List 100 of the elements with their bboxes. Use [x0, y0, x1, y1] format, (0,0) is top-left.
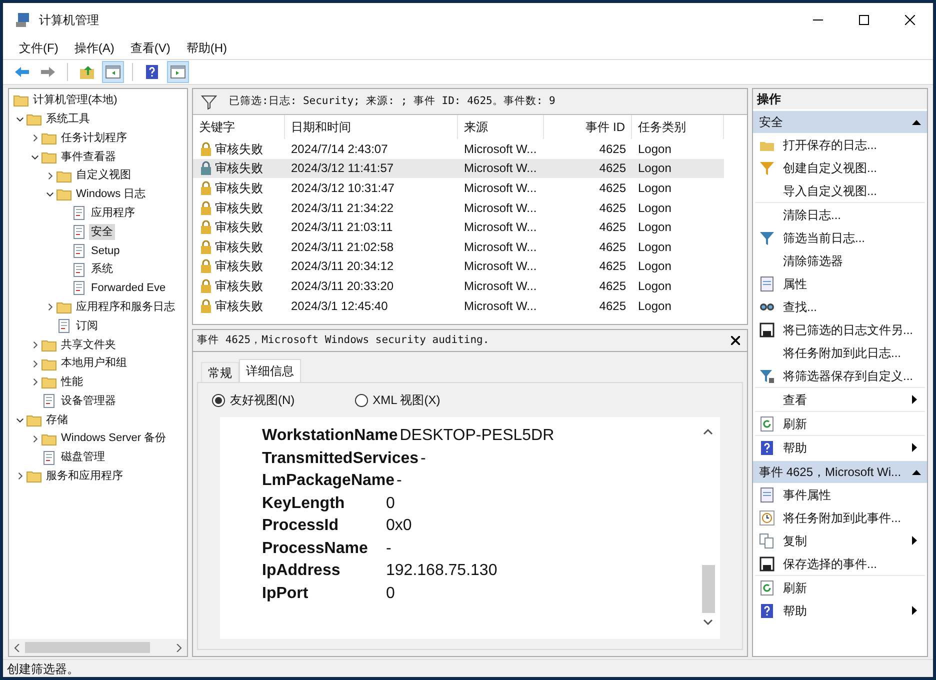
event-row[interactable]: 审核失败 2024/3/12 10:31:47 Microsoft W... 4625 Logon — [193, 178, 724, 198]
tab[interactable]: 常规 — [201, 362, 239, 382]
field-value: 0 — [386, 584, 395, 604]
field-value: - — [386, 538, 392, 559]
tree-item[interactable]: Forwarded Eve — [89, 280, 168, 297]
tree-item[interactable]: 订阅 — [74, 318, 100, 334]
tree-item[interactable]: 任务计划程序 — [59, 130, 129, 146]
table-cell: Logon — [638, 142, 672, 156]
menu-item[interactable]: 查看(V) — [122, 39, 178, 57]
action-item[interactable]: 导入自定义视图... — [755, 179, 925, 202]
table-cell-text: 4625 — [599, 200, 626, 217]
column-header[interactable]: 关键字 — [193, 115, 285, 139]
section-header[interactable]: 事件 4625，Microsoft Wi... — [753, 461, 927, 483]
menu-item[interactable]: 文件(F) — [11, 39, 66, 57]
tree-item[interactable]: 共享文件夹 — [59, 336, 118, 353]
tree-item[interactable]: Setup — [89, 242, 122, 260]
event-row[interactable]: 审核失败 2024/3/12 11:41:57 Microsoft W... 4625 Logon — [193, 158, 724, 178]
tree-item[interactable]: 性能 — [59, 374, 85, 391]
column-header[interactable]: 来源 — [458, 115, 544, 139]
table-cell: Microsoft W... — [464, 240, 537, 254]
action-item[interactable]: 筛选当前日志... — [755, 226, 925, 249]
tree-item[interactable]: 磁盘管理 — [59, 449, 107, 466]
action-label: 打开保存的日志... — [783, 136, 878, 154]
table-cell-text: 审核失败 — [215, 278, 263, 295]
event-row[interactable]: 审核失败 2024/3/11 21:34:22 Microsoft W... 4625 Logon — [193, 198, 724, 218]
horizontal-scrollbar[interactable] — [9, 639, 187, 656]
action-item[interactable]: 刷新 — [755, 576, 925, 599]
action-item[interactable]: 将已筛选的日志文件另... — [755, 318, 925, 341]
radio-button[interactable] — [354, 394, 368, 406]
action-item[interactable]: 帮助 — [755, 599, 925, 622]
action-item[interactable]: 将筛选器保存到自定义... — [755, 364, 925, 387]
tree-item[interactable]: 服务和应用程序 — [44, 468, 125, 485]
tree-item[interactable]: Windows 日志 — [74, 186, 148, 203]
action-item[interactable]: 将任务附加到此日志... — [755, 341, 925, 364]
table-cell: Logon — [638, 278, 672, 293]
scroll-up-icon — [703, 429, 713, 435]
action-item[interactable]: 帮助 — [755, 436, 925, 459]
event-row[interactable]: 审核失败 2024/3/11 20:34:12 Microsoft W... 4625 Logon — [193, 256, 724, 276]
funnel-icon — [759, 368, 775, 384]
action-item[interactable]: 打开保存的日志... — [755, 133, 925, 156]
menu-item[interactable]: 帮助(H) — [178, 39, 235, 57]
action-item[interactable]: 创建自定义视图... — [755, 156, 925, 179]
table-cell-text: 4625 — [599, 238, 626, 256]
copy-icon — [759, 532, 775, 548]
action-item[interactable]: 查找... — [755, 295, 925, 318]
tree-item[interactable]: Windows Server 备份 — [59, 430, 168, 447]
action-item[interactable]: 将任务附加到此事件... — [755, 506, 925, 529]
close-icon — [730, 336, 740, 345]
column-header[interactable]: 日期和时间 — [285, 115, 458, 139]
scroll-down-icon — [703, 619, 713, 625]
menu-item[interactable]: 操作(A) — [66, 39, 122, 57]
table-cell-text: 审核失败 — [215, 160, 263, 178]
action-item[interactable]: 清除筛选器 — [755, 249, 925, 272]
tree-item[interactable]: 系统 — [89, 261, 115, 278]
event-row[interactable]: 审核失败 2024/3/11 20:33:20 Microsoft W... 4625 Logon — [193, 276, 724, 296]
event-row[interactable]: 审核失败 2024/3/1 12:45:40 Microsoft W... 4625 Logon — [193, 296, 724, 316]
section-header[interactable]: 安全 — [753, 111, 927, 133]
log-icon — [71, 242, 87, 259]
maximize-icon — [859, 15, 869, 25]
action-item[interactable]: 复制 — [755, 529, 925, 552]
back-arrow-icon — [14, 64, 30, 80]
tree-item[interactable]: 应用程序 — [89, 204, 137, 222]
table-cell: Microsoft W... — [464, 278, 537, 293]
toolbar-button[interactable] — [167, 61, 189, 83]
event-row[interactable]: 审核失败 2024/7/14 2:43:07 Microsoft W... 4625 Logon — [193, 139, 724, 159]
tree-item[interactable]: 事件查看器 — [59, 148, 118, 166]
action-item[interactable]: 保存选择的事件... — [755, 552, 925, 575]
tree-item[interactable]: 安全 — [89, 224, 115, 240]
tree-item[interactable]: 自定义视图 — [74, 167, 133, 184]
table-cell: Microsoft W... — [464, 259, 537, 274]
table-cell-text: 审核失败 — [215, 219, 263, 236]
toolbar-button[interactable] — [102, 61, 124, 83]
table-cell: 2024/3/11 21:03:11 — [291, 220, 393, 234]
action-label: 刷新 — [783, 580, 807, 596]
action-item[interactable]: 清除日志... — [755, 203, 925, 226]
event-title: 事件 4625，Microsoft Windows security auditing. — [197, 332, 490, 348]
scroll-thumb[interactable] — [702, 565, 714, 613]
action-label: 属性 — [783, 276, 807, 292]
action-item[interactable]: 刷新 — [755, 412, 925, 435]
lock-icon — [198, 180, 214, 196]
pane-icon — [170, 64, 186, 80]
event-row[interactable]: 审核失败 2024/3/11 21:03:11 Microsoft W... 4625 Logon — [193, 217, 724, 237]
tree-item[interactable]: 计算机管理(本地) — [31, 92, 120, 109]
action-item[interactable]: 属性 — [755, 272, 925, 295]
column-header[interactable]: 事件 ID — [544, 115, 632, 139]
scroll-thumb[interactable] — [25, 642, 150, 653]
tree-item[interactable]: 系统工具 — [44, 110, 92, 128]
tree-item[interactable]: 存储 — [44, 412, 70, 428]
radio-button[interactable] — [212, 394, 225, 406]
tree-item[interactable]: 设备管理器 — [59, 392, 118, 410]
lock-icon — [198, 258, 214, 274]
scroll-right-icon — [175, 644, 183, 652]
event-row[interactable]: 审核失败 2024/3/11 21:02:58 Microsoft W... 4625 Logon — [193, 236, 724, 257]
tree-item[interactable]: 应用程序和服务日志 — [74, 298, 177, 316]
tree-item[interactable]: 本地用户和组 — [59, 355, 129, 372]
computer-icon — [15, 12, 31, 28]
column-header[interactable]: 任务类别 — [632, 115, 724, 139]
action-item[interactable]: 事件属性 — [755, 483, 925, 506]
tab[interactable]: 详细信息 — [239, 359, 301, 382]
action-item[interactable]: 查看 — [755, 388, 925, 411]
